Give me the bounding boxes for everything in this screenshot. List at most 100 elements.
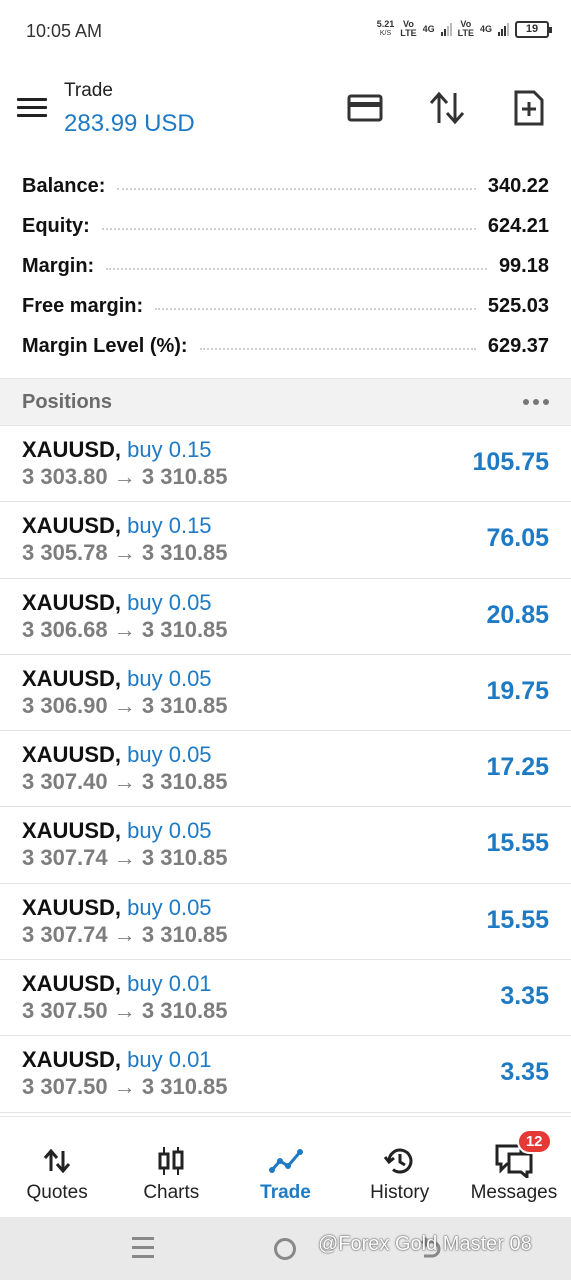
position-symbol: XAUUSD, [22, 589, 122, 615]
position-row[interactable]: XAUUSD, buy 0.01 3 307.50 → 3 310.85 3.3… [0, 960, 571, 1037]
position-row[interactable]: XAUUSD, buy 0.05 3 306.68 → 3 310.85 20.… [0, 579, 571, 655]
position-profit: 3.35 [500, 982, 549, 1011]
position-profit: 3.35 [500, 1058, 549, 1087]
position-symbol: XAUUSD, [22, 665, 122, 691]
nav-trade[interactable]: Trade [228, 1117, 342, 1217]
dotted-leader [106, 268, 487, 270]
network-speed-unit: K/S [379, 30, 392, 37]
more-options-icon[interactable] [523, 399, 549, 405]
position-title: XAUUSD, buy 0.05 [22, 666, 212, 692]
position-symbol: XAUUSD, [22, 437, 122, 462]
open-price: 3 303.80 [22, 464, 108, 489]
sim1-net: 4G [422, 23, 435, 34]
position-symbol: XAUUSD, [22, 818, 122, 844]
account-summary: Balance: 340.22 Equity: 624.21 Margin: 9… [0, 166, 571, 366]
current-price: 3 310.85 [141, 692, 228, 718]
position-title: XAUUSD, buy 0.05 [22, 895, 212, 921]
position-profit: 17.25 [486, 753, 549, 782]
arrow-icon: → [113, 464, 136, 489]
open-price: 3 307.40 [22, 769, 108, 795]
open-price: 3 307.50 [22, 1074, 108, 1100]
summary-row-equity: Equity: 624.21 [0, 206, 571, 246]
open-price: 3 307.74 [22, 845, 108, 871]
menu-icon[interactable] [17, 98, 47, 118]
position-side: buy 0.05 [127, 818, 212, 844]
position-title: XAUUSD, buy 0.05 [22, 818, 212, 844]
open-price: 3 307.50 [22, 998, 108, 1024]
summary-row-balance: Balance: 340.22 [0, 166, 571, 206]
summary-label: Equity: [22, 214, 90, 237]
summary-value: 624.21 [487, 214, 549, 237]
positions-header[interactable]: Positions [0, 378, 571, 426]
current-price: 3 310.85 [141, 616, 228, 642]
signal-icon [440, 22, 452, 36]
open-price: 3 306.90 [22, 692, 108, 718]
candlestick-icon [157, 1142, 185, 1180]
open-price: 3 305.78 [22, 540, 108, 566]
nav-history[interactable]: History [343, 1117, 457, 1217]
position-side: buy 0.05 [127, 665, 212, 691]
summary-value: 99.18 [498, 254, 549, 277]
summary-value: 629.37 [487, 334, 549, 357]
sim2-volte: Vo LTE [458, 20, 474, 38]
nav-charts[interactable]: Charts [114, 1117, 228, 1217]
page-title: Trade [64, 80, 113, 101]
position-profit: 105.75 [472, 448, 549, 476]
trade-line-icon [268, 1142, 303, 1180]
position-title: XAUUSD, buy 0.05 [22, 590, 212, 616]
sim1-tech: LTE [400, 28, 417, 38]
current-price: 3 310.85 [141, 921, 228, 947]
current-price: 3 310.85 [141, 845, 228, 871]
positions-list: XAUUSD, buy 0.15 3 303.80 → 3 310.85 105… [0, 426, 571, 1113]
position-prices: 3 307.40 → 3 310.85 [22, 769, 228, 795]
position-side: buy 0.05 [127, 742, 212, 768]
summary-row-margin-level: Margin Level (%): 629.37 [0, 326, 571, 366]
nav-label: Trade [260, 1182, 311, 1203]
arrow-icon: → [113, 769, 136, 795]
new-order-icon[interactable] [507, 86, 551, 130]
summary-label: Free margin: [22, 294, 144, 317]
recent-apps-icon[interactable] [132, 1237, 154, 1264]
summary-label: Margin Level (%): [22, 334, 188, 357]
position-prices: 3 306.90 → 3 310.85 [22, 693, 228, 719]
position-side: buy 0.15 [127, 513, 212, 539]
app-header: Trade 283.99 USD [0, 62, 571, 152]
position-row[interactable]: XAUUSD, buy 0.01 3 307.50 → 3 310.85 3.3… [0, 1036, 571, 1113]
position-row[interactable]: XAUUSD, buy 0.05 3 306.90 → 3 310.85 19.… [0, 655, 571, 732]
position-title: XAUUSD, buy 0.15 [22, 437, 212, 463]
summary-value: 340.22 [487, 174, 549, 197]
status-time: 10:05 AM [26, 21, 103, 41]
position-symbol: XAUUSD, [22, 971, 122, 997]
dotted-leader [155, 308, 476, 310]
nav-label: History [370, 1182, 430, 1203]
nav-label: Charts [143, 1182, 200, 1203]
credit-card-icon[interactable] [343, 86, 387, 130]
nav-messages[interactable]: Messages 12 [457, 1117, 571, 1217]
watermark-text: @Forex Gold Master 08 [318, 1233, 532, 1255]
position-row[interactable]: XAUUSD, buy 0.15 3 305.78 → 3 310.85 76.… [0, 502, 571, 579]
summary-row-margin: Margin: 99.18 [0, 246, 571, 286]
position-side: buy 0.15 [127, 437, 212, 462]
sort-arrows-icon[interactable] [425, 86, 469, 130]
position-row[interactable]: XAUUSD, buy 0.05 3 307.74 → 3 310.85 15.… [0, 807, 571, 884]
system-nav-bar: @Forex Gold Master 08 [0, 1217, 571, 1280]
position-prices: 3 307.74 → 3 310.85 [22, 922, 228, 948]
bottom-nav: Quotes Charts Trade History Messages 12 [0, 1116, 571, 1217]
position-profit: 20.85 [486, 600, 549, 629]
summary-value: 525.03 [487, 294, 549, 317]
position-row[interactable]: XAUUSD, buy 0.05 3 307.74 → 3 310.85 15.… [0, 884, 571, 961]
position-row[interactable]: XAUUSD, buy 0.15 3 303.80 → 3 310.85 105… [0, 426, 571, 503]
arrow-icon: → [113, 921, 136, 947]
home-icon[interactable] [274, 1238, 296, 1260]
arrow-icon: → [113, 845, 136, 871]
status-bar: 10:05 AM 5.21 K/S Vo LTE 4G Vo LTE 4G 19 [0, 0, 571, 62]
nav-label: Messages [470, 1182, 558, 1203]
dotted-leader [117, 188, 476, 190]
unread-badge: 12 [516, 1129, 552, 1154]
position-row[interactable]: XAUUSD, buy 0.05 3 307.40 → 3 310.85 17.… [0, 731, 571, 808]
current-price: 3 310.85 [141, 464, 228, 489]
nav-quotes[interactable]: Quotes [0, 1117, 114, 1217]
position-side: buy 0.05 [127, 589, 212, 615]
position-profit: 15.55 [486, 905, 549, 934]
position-title: XAUUSD, buy 0.01 [22, 971, 212, 997]
